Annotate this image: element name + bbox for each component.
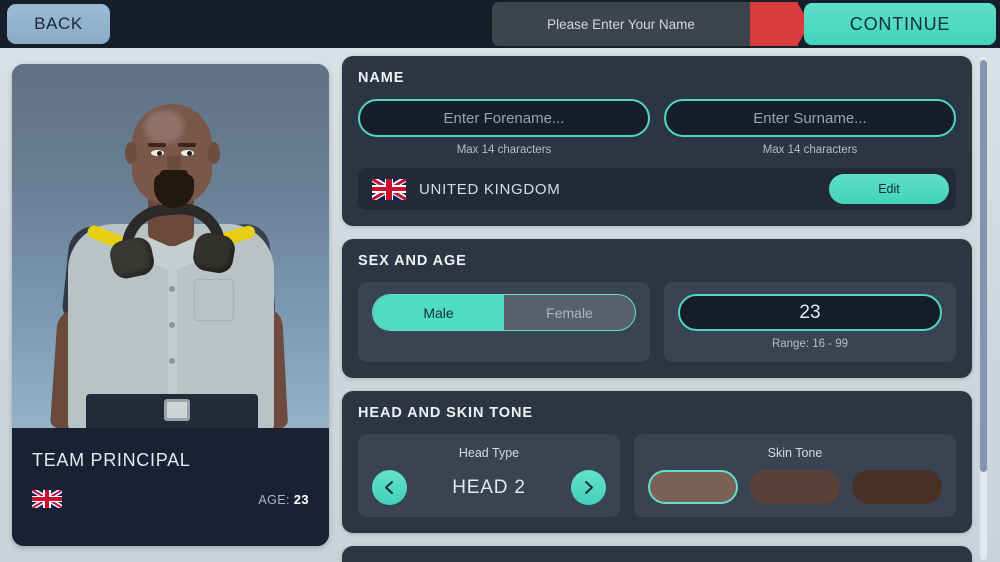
skin-tone-label: Skin Tone: [767, 446, 823, 460]
sex-option-male[interactable]: Male: [373, 295, 504, 330]
head-skin-panel: HEAD AND SKIN TONE Head Type HEAD 2 Skin…: [342, 391, 972, 533]
skin-tone-swatch[interactable]: [750, 470, 840, 504]
sex-toggle[interactable]: Male Female: [372, 294, 636, 331]
character-role-label: TEAM PRINCIPAL: [32, 450, 191, 470]
forename-input[interactable]: [358, 99, 650, 137]
character-preview-card: TEAM PRINCIPAL AGE: 23: [12, 64, 329, 546]
prompt-arrow-icon: [750, 2, 810, 46]
skin-tone-swatch[interactable]: [648, 470, 738, 504]
back-button[interactable]: BACK: [7, 4, 110, 44]
options-scroll-area[interactable]: NAME Max 14 characters Max 14 characters: [342, 56, 972, 562]
top-bar: BACK Please Enter Your Name CONTINUE: [0, 0, 1000, 48]
continue-button[interactable]: CONTINUE: [804, 3, 996, 45]
surname-hint: Max 14 characters: [762, 144, 858, 156]
prompt-banner: Please Enter Your Name: [492, 2, 810, 46]
hair-panel: HAIR: [342, 546, 972, 562]
skin-tone-swatch[interactable]: [852, 470, 942, 504]
prompt-text: Please Enter Your Name: [492, 2, 750, 46]
sex-option-female[interactable]: Female: [504, 295, 635, 330]
character-age-label: AGE:: [258, 492, 290, 507]
uk-flag-icon: [32, 490, 62, 508]
character-info: TEAM PRINCIPAL AGE: 23: [12, 428, 329, 546]
name-panel-title: NAME: [358, 70, 405, 86]
skin-tone-swatches: [648, 470, 942, 504]
character-age-value: 23: [293, 491, 309, 507]
sex-selector-box: Male Female .: [358, 282, 650, 362]
surname-input[interactable]: [664, 99, 956, 137]
head-type-stepper: HEAD 2: [372, 470, 606, 505]
chevron-left-icon[interactable]: [372, 470, 407, 505]
name-panel: NAME Max 14 characters Max 14 characters: [342, 56, 972, 226]
forename-hint: Max 14 characters: [456, 144, 552, 156]
character-figure-illustration: [12, 64, 329, 428]
skin-tone-box: Skin Tone: [634, 434, 956, 517]
character-portrait: [12, 64, 329, 428]
age-range-hint: Range: 16 - 99: [771, 338, 849, 350]
scrollbar-thumb[interactable]: [980, 60, 987, 472]
sex-age-panel: SEX AND AGE Male Female . 23 Range: 16 -…: [342, 239, 972, 378]
head-type-box: Head Type HEAD 2: [358, 434, 620, 517]
age-selector-box: 23 Range: 16 - 99: [664, 282, 956, 362]
age-input[interactable]: 23: [678, 294, 942, 331]
head-type-label: Head Type: [458, 446, 520, 460]
head-skin-panel-title: HEAD AND SKIN TONE: [358, 405, 533, 421]
sex-age-panel-title: SEX AND AGE: [358, 253, 467, 269]
nationality-value: UNITED KINGDOM: [419, 180, 561, 198]
chevron-right-icon[interactable]: [571, 470, 606, 505]
character-creator-screen: BACK Please Enter Your Name CONTINUE TEA…: [0, 0, 1000, 562]
scrollbar-track[interactable]: [980, 56, 987, 560]
character-age: AGE: 23: [258, 492, 309, 507]
edit-nationality-button[interactable]: Edit: [829, 174, 949, 204]
uk-flag-icon: [372, 178, 406, 200]
nationality-row: UNITED KINGDOM Edit: [358, 168, 956, 210]
head-type-value: HEAD 2: [452, 476, 526, 498]
